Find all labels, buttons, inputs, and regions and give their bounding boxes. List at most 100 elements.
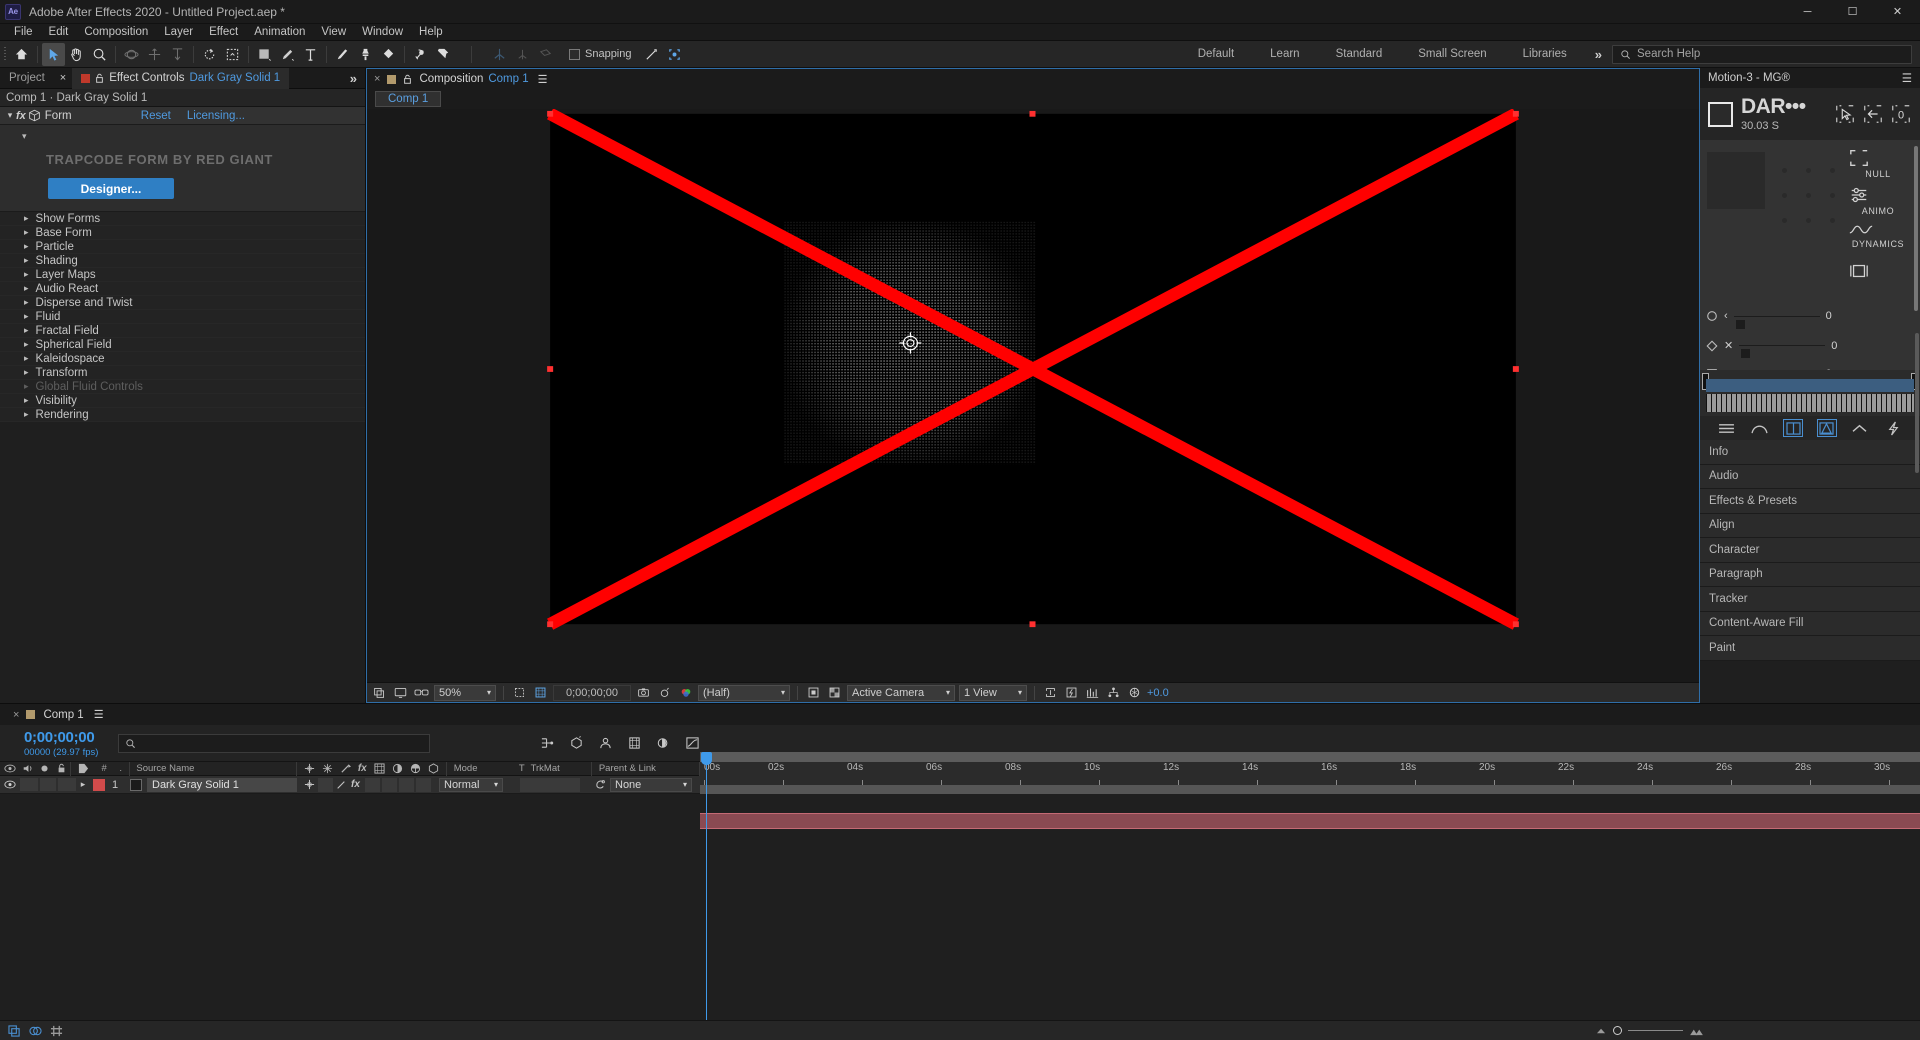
composition-tab-close-icon[interactable]: ×	[367, 73, 387, 85]
timeline-ruler[interactable]: 00s 02s 04s 06s 08s 10s 12s 14s 16s 18s …	[700, 762, 1920, 785]
snapping-checkbox[interactable]	[569, 48, 580, 60]
select-bracket-icon[interactable]	[1834, 103, 1856, 125]
pin-tool-icon[interactable]	[432, 43, 455, 66]
motion3-slider-2[interactable]: ✕ 0	[1706, 339, 1886, 358]
panel-paragraph[interactable]: Paragraph	[1700, 562, 1920, 587]
parent-pickwhip-icon[interactable]	[590, 776, 610, 794]
prop-spherical-field[interactable]: ▸ Spherical Field	[0, 338, 365, 352]
prop-global-fluid-controls[interactable]: ▸ Global Fluid Controls	[0, 380, 365, 394]
designer-button[interactable]: Designer...	[48, 178, 174, 199]
clone-stamp-tool-icon[interactable]	[354, 43, 377, 66]
col-eye-icon[interactable]	[0, 762, 19, 776]
layer-audio-toggle[interactable]	[20, 778, 38, 791]
layer-source-name[interactable]: Dark Gray Solid 1	[147, 777, 297, 792]
hide-shy-icon[interactable]	[596, 734, 614, 752]
menu-effect[interactable]: Effect	[201, 24, 246, 41]
close-x-icon[interactable]: ✕	[1724, 339, 1733, 352]
zero-bracket-icon[interactable]: 0	[1890, 103, 1912, 125]
panel-tracker[interactable]: Tracker	[1700, 587, 1920, 612]
timeline-tab-close-icon[interactable]: ×	[6, 709, 26, 721]
col-index-label[interactable]: #	[96, 762, 112, 776]
workspace-learn[interactable]: Learn	[1252, 41, 1317, 68]
motion3-preview-swatch[interactable]	[1708, 101, 1733, 127]
layer-frameblend-switch[interactable]	[365, 777, 380, 792]
zoom-tool-icon[interactable]	[88, 43, 111, 66]
home-icon[interactable]	[10, 43, 33, 66]
right-dock-scrollbar[interactable]	[1915, 333, 1919, 473]
prop-fractal-field[interactable]: ▸ Fractal Field	[0, 324, 365, 338]
pixel-aspect-correction-icon[interactable]	[1042, 685, 1059, 701]
layer-quality-switch[interactable]	[333, 776, 348, 794]
timeline-graph-icon[interactable]	[1084, 685, 1101, 701]
layer-parent-dropdown[interactable]: None ▾	[610, 777, 692, 792]
menu-layer[interactable]: Layer	[156, 24, 201, 41]
triangle-panel-icon[interactable]	[1816, 419, 1837, 437]
selection-tool-icon[interactable]	[42, 42, 65, 66]
toggle-switches-icon[interactable]	[6, 1024, 22, 1038]
brand-disclosure-icon[interactable]: ▾	[0, 131, 365, 142]
always-preview-icon[interactable]	[371, 685, 388, 701]
layer-fx-switch[interactable]: fx	[348, 776, 363, 794]
layer-shy-switch[interactable]	[301, 776, 318, 794]
effect-reset-link[interactable]: Reset	[141, 110, 171, 122]
motion-blur-icon[interactable]	[654, 734, 672, 752]
col-trkmat-label[interactable]: TrkMat	[531, 762, 591, 776]
hamburger-icon[interactable]: ☰	[94, 708, 104, 721]
layer-collapse-switch[interactable]	[318, 777, 333, 792]
zoom-slider-knob[interactable]	[1613, 1026, 1622, 1035]
maximize-button[interactable]: ☐	[1830, 0, 1875, 24]
motion3-range-bar[interactable]	[1706, 379, 1914, 392]
menu-help[interactable]: Help	[411, 24, 451, 41]
toggle-modes-icon[interactable]	[27, 1024, 43, 1038]
menu-window[interactable]: Window	[354, 24, 411, 41]
layer-trkmat-cell[interactable]	[520, 777, 580, 792]
ease-curve-icon[interactable]	[1750, 419, 1770, 437]
workspace-default[interactable]: Default	[1180, 41, 1252, 68]
menu-file[interactable]: File	[6, 24, 41, 41]
menu-lines-icon[interactable]	[1717, 419, 1737, 437]
col-solo-icon[interactable]	[37, 762, 53, 776]
timeline-search-input[interactable]	[118, 733, 431, 753]
menu-edit[interactable]: Edit	[41, 24, 77, 41]
view-layout-dropdown[interactable]: 1 View ▾	[959, 684, 1027, 701]
prop-audio-react[interactable]: ▸ Audio React	[0, 282, 365, 296]
motion3-timeline[interactable]	[1700, 370, 1920, 416]
toolbar-grip[interactable]	[0, 41, 10, 68]
prop-layer-maps[interactable]: ▸ Layer Maps	[0, 268, 365, 282]
orbit-tool-icon[interactable]	[120, 43, 143, 66]
shape-tool-icon[interactable]	[253, 43, 276, 66]
col-parent-link-label[interactable]: Parent & Link	[592, 762, 699, 776]
pan-camera-tool-icon[interactable]	[143, 43, 166, 66]
timeline-work-area-bar[interactable]	[700, 752, 1920, 762]
menu-view[interactable]: View	[313, 24, 354, 41]
panel-audio[interactable]: Audio	[1700, 464, 1920, 489]
motion3-slider-1[interactable]: ‹ 0	[1706, 310, 1886, 329]
panel-paint[interactable]: Paint	[1700, 636, 1920, 661]
workspace-libraries[interactable]: Libraries	[1505, 41, 1585, 68]
tab-project[interactable]: Project	[0, 68, 54, 89]
timeline-zoom-control[interactable]	[1596, 1026, 1914, 1036]
layer-lock-toggle[interactable]	[58, 778, 76, 791]
close-button[interactable]: ✕	[1875, 0, 1920, 24]
layer-mode-dropdown[interactable]: Normal ▾	[439, 777, 503, 792]
prop-fluid[interactable]: ▸ Fluid	[0, 310, 365, 324]
motion3-scrollbar[interactable]	[1914, 146, 1918, 311]
animo-tool[interactable]: ANIMO	[1848, 185, 1908, 216]
bounding-box-tool[interactable]	[1848, 261, 1908, 281]
brush-tool-icon[interactable]	[331, 43, 354, 66]
pen-tool-icon[interactable]	[276, 43, 299, 66]
snapshot-icon[interactable]	[635, 685, 652, 701]
graph-editor-icon[interactable]	[683, 734, 701, 752]
snapping-toggle[interactable]: Snapping	[569, 48, 632, 60]
layer-adjustment-switch[interactable]	[399, 777, 414, 792]
local-axis-icon[interactable]	[534, 43, 557, 66]
prop-disperse-and-twist[interactable]: ▸ Disperse and Twist	[0, 296, 365, 310]
null-tool[interactable]: NULL	[1848, 148, 1908, 179]
timeline-playhead[interactable]	[701, 752, 712, 1028]
layer-solo-toggle[interactable]	[40, 778, 56, 791]
lightning-icon[interactable]	[1883, 419, 1903, 437]
chevron-up-icon[interactable]	[1850, 419, 1870, 437]
eraser-tool-icon[interactable]	[377, 43, 400, 66]
composition-panel-menu-icon[interactable]: ☰	[538, 73, 548, 86]
grid-guides-icon[interactable]	[532, 685, 549, 701]
